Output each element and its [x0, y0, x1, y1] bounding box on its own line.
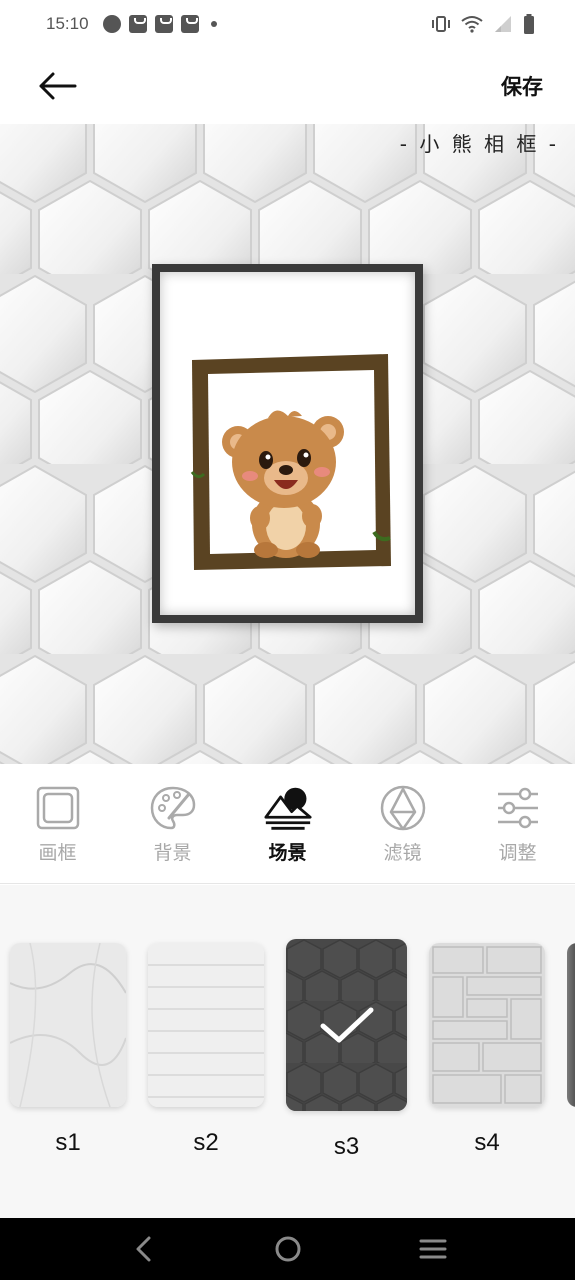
back-button[interactable]: [36, 65, 78, 107]
tab-filter[interactable]: 滤镜: [345, 764, 460, 883]
check-icon: [286, 939, 407, 1111]
battery-icon: [524, 14, 534, 34]
scene-list[interactable]: s1 s2 s3 s4: [10, 939, 575, 1161]
scene-item-s3[interactable]: s3: [286, 939, 407, 1161]
scene-thumb-marble: [10, 943, 126, 1107]
save-button[interactable]: 保存: [501, 71, 543, 101]
dot-icon: [210, 21, 217, 27]
screen: 15:10 保存 - 小 熊 相 框 - 画框 背景 场景 滤镜 调整 s1 s…: [0, 0, 575, 1280]
photo-frame: [152, 264, 423, 623]
scene-item-s2[interactable]: s2: [148, 943, 264, 1161]
vibrate-icon: [432, 16, 450, 32]
tab-adjust-label: 调整: [498, 842, 537, 864]
tab-frame-label: 画框: [38, 842, 77, 864]
mountain-sun-icon: [263, 784, 312, 832]
tab-background[interactable]: 背景: [115, 764, 230, 883]
system-nav-bar: [0, 1218, 575, 1280]
nav-menu-icon: [419, 1239, 446, 1259]
arrow-left-icon: [39, 72, 77, 100]
tool-tabs: 画框 背景 场景 滤镜 调整: [0, 764, 575, 884]
scene-thumb-dark-hexagon: [286, 939, 407, 1111]
scene-thumb-wood-planks: [148, 943, 264, 1107]
nav-home-button[interactable]: [268, 1229, 308, 1269]
scene-panel: s1 s2 s3 s4: [0, 885, 575, 1218]
bag-icon: [154, 15, 173, 33]
status-time: 15:10: [46, 14, 89, 33]
nav-menu-button[interactable]: [413, 1229, 453, 1269]
scene-item-s1[interactable]: s1: [10, 943, 126, 1161]
nav-home-icon: [275, 1236, 300, 1262]
palette-icon: [149, 784, 197, 832]
scene-label: s1: [55, 1129, 81, 1156]
photo-mat: [160, 272, 415, 615]
preview-canvas[interactable]: - 小 熊 相 框 -: [0, 124, 575, 764]
scene-label: s4: [474, 1129, 500, 1156]
status-bar: 15:10: [0, 0, 575, 48]
status-left: 15:10: [46, 14, 217, 34]
app-bar: 保存: [0, 48, 575, 124]
tab-scene[interactable]: 场景: [230, 764, 345, 883]
filter-circles-icon: [379, 784, 427, 832]
tab-background-label: 背景: [153, 842, 192, 864]
bag-icon: [128, 15, 147, 33]
nav-back-button[interactable]: [123, 1229, 163, 1269]
speedometer-icon: [102, 15, 121, 33]
tab-scene-label: 场景: [268, 842, 307, 864]
tab-frame[interactable]: 画框: [0, 764, 115, 883]
bear-picture: [190, 354, 391, 570]
tab-filter-label: 滤镜: [383, 842, 422, 864]
nav-back-icon: [136, 1236, 150, 1262]
frame-title: - 小 熊 相 框 -: [399, 132, 559, 156]
frame-icon: [34, 784, 82, 832]
tab-adjust[interactable]: 调整: [460, 764, 575, 883]
wifi-icon: [461, 16, 483, 33]
signal-icon: [495, 16, 511, 32]
scene-label: s2: [193, 1129, 219, 1156]
scene-thumb-stone-wall: [429, 943, 545, 1107]
scene-label: s3: [333, 1133, 360, 1160]
scene-thumb-partial: [567, 943, 575, 1107]
sliders-icon: [494, 784, 542, 832]
bag-icon: [180, 15, 199, 33]
status-right: [431, 14, 535, 34]
scene-item-partial[interactable]: [567, 943, 575, 1161]
scene-item-s4[interactable]: s4: [429, 943, 545, 1161]
